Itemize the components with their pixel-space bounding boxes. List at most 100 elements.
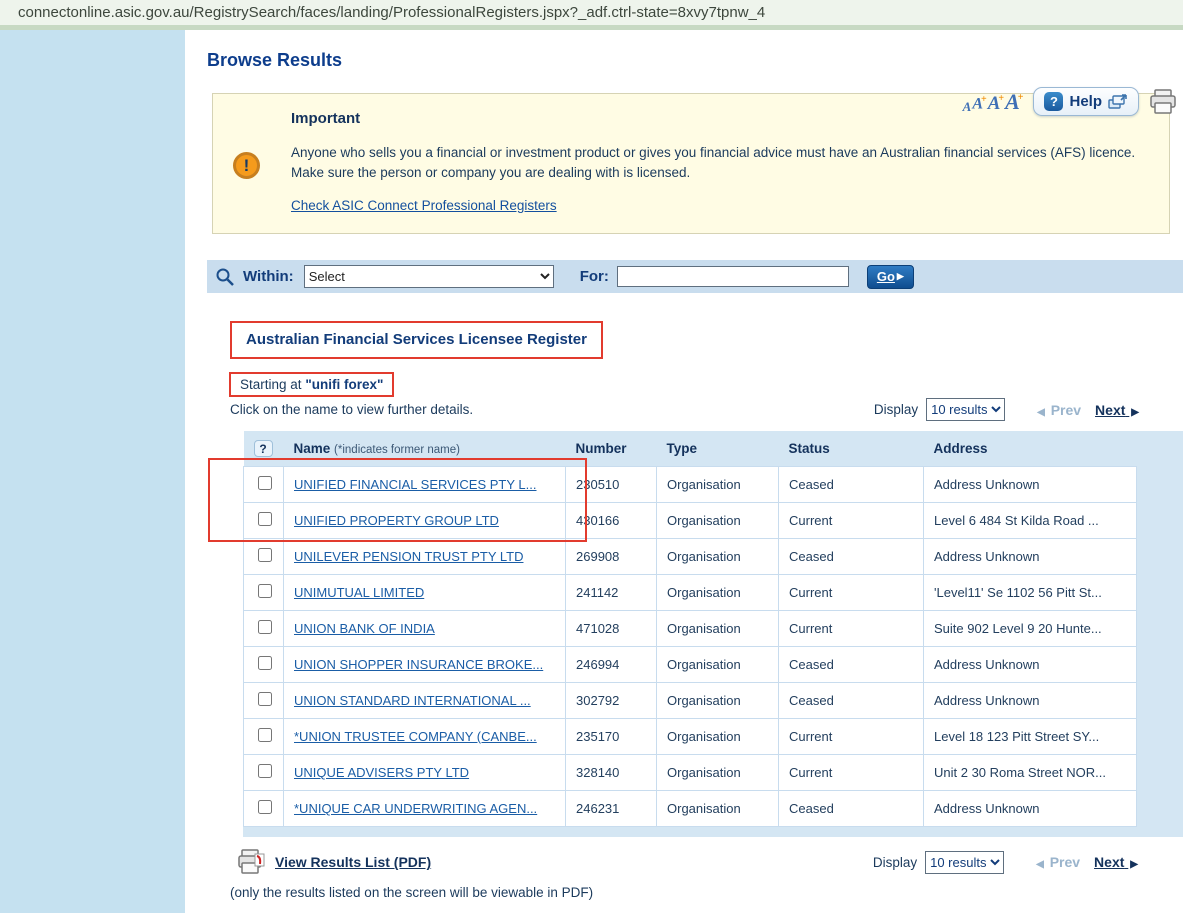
row-checkbox[interactable] bbox=[258, 548, 272, 562]
plus-icon: + bbox=[981, 94, 987, 105]
plus-icon: + bbox=[1018, 92, 1024, 103]
licensee-type: Organisation bbox=[657, 539, 779, 575]
licensee-name-link[interactable]: UNIFIED PROPERTY GROUP LTD bbox=[294, 513, 499, 528]
licensee-address: Unit 2 30 Roma Street NOR... bbox=[924, 755, 1137, 791]
question-icon: ? bbox=[1044, 92, 1063, 111]
browser-address-bar[interactable]: connectonline.asic.gov.au/RegistrySearch… bbox=[0, 0, 1183, 30]
licensee-number: 235170 bbox=[566, 719, 657, 755]
row-checkbox[interactable] bbox=[258, 800, 272, 814]
licensee-address: Level 6 484 St Kilda Road ... bbox=[924, 503, 1137, 539]
licensee-number: 269908 bbox=[566, 539, 657, 575]
row-checkbox[interactable] bbox=[258, 584, 272, 598]
licensee-status: Current bbox=[779, 503, 924, 539]
register-title: Australian Financial Services Licensee R… bbox=[246, 331, 587, 348]
licensee-status: Ceased bbox=[779, 683, 924, 719]
licensee-number: 328140 bbox=[566, 755, 657, 791]
next-arrow-icon: ▶ bbox=[1130, 859, 1138, 870]
licensee-name-link[interactable]: *UNION TRUSTEE COMPANY (CANBE... bbox=[294, 729, 537, 744]
licensee-number: 471028 bbox=[566, 611, 657, 647]
column-help-icon[interactable]: ? bbox=[254, 440, 273, 457]
results-per-page-select-top[interactable]: 10 results bbox=[926, 398, 1005, 421]
prev-button-top[interactable]: ◀ Prev bbox=[1035, 402, 1081, 418]
prev-arrow-icon: ◀ bbox=[1037, 407, 1045, 418]
printer-icon[interactable] bbox=[1149, 89, 1177, 115]
row-checkbox[interactable] bbox=[258, 692, 272, 706]
view-results-pdf-link[interactable]: View Results List (PDF) bbox=[275, 854, 431, 870]
font-size-small-button[interactable]: A bbox=[963, 100, 972, 113]
licensee-address: 'Level11' Se 1102 56 Pitt St... bbox=[924, 575, 1137, 611]
number-column-header: Number bbox=[566, 431, 657, 467]
licensee-number: 230510 bbox=[566, 467, 657, 503]
table-row: UNIFIED PROPERTY GROUP LTD430166Organisa… bbox=[244, 503, 1137, 539]
licensee-name-link[interactable]: UNION BANK OF INDIA bbox=[294, 621, 435, 636]
row-checkbox[interactable] bbox=[258, 764, 272, 778]
licensee-name-link[interactable]: *UNIQUE CAR UNDERWRITING AGEN... bbox=[294, 801, 537, 816]
licensee-address: Address Unknown bbox=[924, 791, 1137, 827]
licensee-type: Organisation bbox=[657, 647, 779, 683]
licensee-number: 246231 bbox=[566, 791, 657, 827]
next-button-top[interactable]: Next ▶ bbox=[1095, 402, 1141, 418]
help-button[interactable]: ? Help bbox=[1033, 87, 1139, 116]
font-size-medium-button[interactable]: A+ bbox=[972, 95, 986, 112]
go-button[interactable]: Go ▶ bbox=[867, 265, 914, 289]
plus-icon: + bbox=[998, 93, 1004, 104]
display-label-top: Display bbox=[874, 402, 918, 417]
status-column-header: Status bbox=[779, 431, 924, 467]
prev-button-bottom[interactable]: ◀ Prev bbox=[1034, 854, 1080, 870]
licensee-number: 430166 bbox=[566, 503, 657, 539]
licensee-name-link[interactable]: UNION SHOPPER INSURANCE BROKE... bbox=[294, 657, 543, 672]
table-row: *UNIQUE CAR UNDERWRITING AGEN... 246231Or… bbox=[244, 791, 1137, 827]
within-select[interactable]: Select bbox=[304, 265, 554, 288]
licensee-type: Organisation bbox=[657, 755, 779, 791]
type-column-header: Type bbox=[657, 431, 779, 467]
table-row: UNION STANDARD INTERNATIONAL ... 302792Or… bbox=[244, 683, 1137, 719]
licensee-status: Ceased bbox=[779, 791, 924, 827]
search-bar: Within: Select For: Go ▶ bbox=[207, 260, 1183, 293]
licensee-type: Organisation bbox=[657, 683, 779, 719]
row-checkbox[interactable] bbox=[258, 620, 272, 634]
address-column-header: Address bbox=[924, 431, 1137, 467]
licensee-name-link[interactable]: UNIQUE ADVISERS PTY LTD bbox=[294, 765, 469, 780]
search-term-input[interactable] bbox=[617, 266, 849, 287]
starting-at-value: "unifi forex" bbox=[305, 377, 383, 392]
font-size-xlarge-button[interactable]: A+ bbox=[1005, 91, 1023, 113]
licensee-status: Current bbox=[779, 755, 924, 791]
licensee-type: Organisation bbox=[657, 467, 779, 503]
licensee-address: Suite 902 Level 9 20 Hunte... bbox=[924, 611, 1137, 647]
licensee-name-link[interactable]: UNION STANDARD INTERNATIONAL ... bbox=[294, 693, 531, 708]
check-registers-link[interactable]: Check ASIC Connect Professional Register… bbox=[291, 198, 557, 213]
licensee-number: 241142 bbox=[566, 575, 657, 611]
annotation-box-starting-at: Starting at "unifi forex" bbox=[229, 372, 394, 397]
row-checkbox[interactable] bbox=[258, 476, 272, 490]
licensee-address: Address Unknown bbox=[924, 683, 1137, 719]
instruction-text: Click on the name to view further detail… bbox=[230, 402, 473, 417]
row-checkbox[interactable] bbox=[258, 656, 272, 670]
table-row: UNIMUTUAL LIMITED241142OrganisationCurre… bbox=[244, 575, 1137, 611]
row-checkbox[interactable] bbox=[258, 512, 272, 526]
font-size-large-button[interactable]: A+ bbox=[988, 94, 1004, 113]
licensee-status: Current bbox=[779, 575, 924, 611]
licensee-number: 302792 bbox=[566, 683, 657, 719]
licensee-type: Organisation bbox=[657, 791, 779, 827]
main-content: Browse Results A A+ A+ A+ ? Help bbox=[185, 30, 1183, 913]
licensee-name-link[interactable]: UNIFIED FINANCIAL SERVICES PTY L... bbox=[294, 477, 537, 492]
row-checkbox[interactable] bbox=[258, 728, 272, 742]
next-button-bottom[interactable]: Next ▶ bbox=[1094, 854, 1140, 870]
results-per-page-select-bottom[interactable]: 10 results bbox=[925, 851, 1004, 874]
licensee-status: Current bbox=[779, 719, 924, 755]
licensee-type: Organisation bbox=[657, 719, 779, 755]
licensee-address: Address Unknown bbox=[924, 647, 1137, 683]
table-row: UNION SHOPPER INSURANCE BROKE...246994Or… bbox=[244, 647, 1137, 683]
licensee-address: Address Unknown bbox=[924, 467, 1137, 503]
results-table: ? Name (*indicates former name) Number T… bbox=[243, 431, 1137, 827]
search-icon bbox=[215, 267, 235, 287]
table-row: UNILEVER PENSION TRUST PTY LTD 269908Orga… bbox=[244, 539, 1137, 575]
licensee-address: Address Unknown bbox=[924, 539, 1137, 575]
display-label-bottom: Display bbox=[873, 855, 917, 870]
licensee-name-link[interactable]: UNILEVER PENSION TRUST PTY LTD bbox=[294, 549, 523, 564]
starting-at-label: Starting at bbox=[240, 377, 302, 392]
table-row: UNION BANK OF INDIA471028OrganisationCur… bbox=[244, 611, 1137, 647]
page-title: Browse Results bbox=[207, 50, 1183, 71]
warning-icon: ! bbox=[233, 152, 260, 179]
licensee-name-link[interactable]: UNIMUTUAL LIMITED bbox=[294, 585, 424, 600]
